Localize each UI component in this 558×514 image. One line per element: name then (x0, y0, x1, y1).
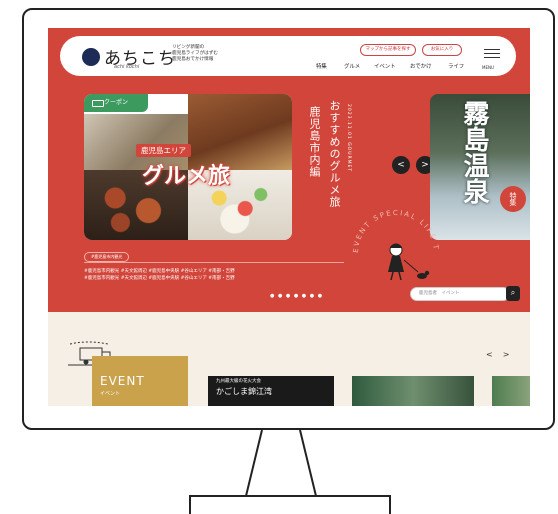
site-header: あちこち achi kochi リビング新聞の 鹿児島ライフがはずむ 鹿児島おで… (60, 36, 516, 76)
lower-next-button: > (502, 350, 520, 359)
nav-item-special[interactable]: 特集 (316, 62, 327, 70)
feature-vertical-title: おすすめのグルメ旅 (328, 100, 341, 208)
circle-text: EVENT SPECIAL LIFE TRIP (338, 198, 438, 253)
hashtag-list[interactable]: #鹿児島市内観光 #天文館周辺 #鹿児島中央駅 #谷山エリア #南部・吉野 #鹿… (84, 268, 235, 282)
hashtag-highlight[interactable]: #鹿児島市内観光 (84, 252, 130, 262)
nav-item-gourmet[interactable]: グルメ (344, 62, 360, 70)
search-icon[interactable]: ⌕ (506, 286, 520, 301)
feature-date: 2023.11.01 GOURMET (346, 104, 351, 173)
onsen-title: 霧島温泉 (459, 100, 489, 204)
event-sub-label: イベント (100, 391, 121, 397)
news-card-forest[interactable] (352, 376, 474, 406)
menu-label: MENU (482, 65, 494, 70)
lower-carousel-arrows[interactable]: <> (486, 350, 519, 359)
website-screen: あちこち achi kochi リビング新聞の 鹿児島ライフがはずむ 鹿児島おで… (48, 28, 530, 406)
slide-indicator[interactable]: ● ● ● ● ● ● ● (270, 293, 323, 299)
special-badge: 特集 (500, 186, 526, 212)
hamburger-menu-icon[interactable] (484, 46, 500, 60)
site-logo-sub: achi kochi (114, 64, 140, 70)
nav-item-outing[interactable]: おでかけ (410, 62, 432, 70)
logo-icon[interactable] (82, 48, 100, 66)
divider (84, 262, 344, 263)
site-tagline: リビング新聞の 鹿児島ライフがはずむ 鹿児島おでかけ情報 (172, 45, 218, 63)
favorites-button[interactable]: お気に入り (422, 44, 462, 56)
event-label: EVENT (100, 374, 145, 388)
news-card-title: かごしま錦江湾 (216, 387, 272, 396)
carousel-prev-button[interactable]: < (392, 156, 410, 174)
area-tag: 鹿児島エリア (136, 144, 191, 157)
circle-text-illustration: EVENT SPECIAL LIFE TRIP (338, 198, 440, 281)
search-input[interactable]: 鹿児島者 イベント (410, 287, 510, 301)
feature-title: グルメ旅 (142, 164, 231, 189)
ticket-icon (92, 100, 104, 107)
news-card-partial[interactable] (492, 376, 530, 406)
news-card-caption: 九州最大級の花火大会 (216, 379, 261, 384)
svg-text:EVENT SPECIAL LIFE TRIP: EVENT SPECIAL LIFE TRIP (338, 198, 440, 253)
nav-item-event[interactable]: イベント (374, 62, 396, 70)
nav-item-life[interactable]: ライフ (448, 62, 464, 70)
map-search-button[interactable]: マップから記事を探す (360, 44, 416, 56)
lower-prev-button: < (486, 350, 503, 359)
feature-vertical-area: 鹿児島市内編 (308, 106, 321, 178)
girl-illustration (388, 243, 430, 281)
